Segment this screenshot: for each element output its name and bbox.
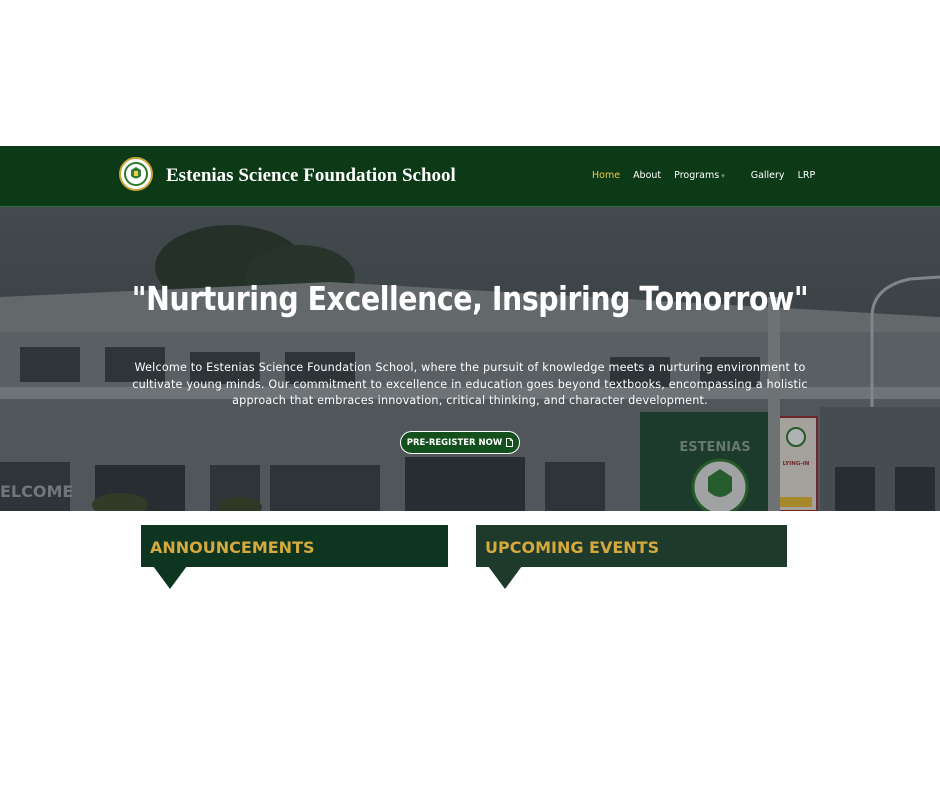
chevron-down-icon: ▾	[721, 172, 725, 180]
hero-title: "Nurturing Excellence, Inspiring Tomorro…	[131, 279, 809, 318]
nav-gallery[interactable]: Gallery	[751, 170, 785, 181]
main-nav: Home About Programs ▾ Gallery LRP	[592, 170, 828, 181]
events-pointer	[488, 566, 522, 589]
pre-register-button[interactable]: PRE-REGISTER NOW	[400, 431, 520, 454]
hero-background-image: ESTENIAS LYING-IN ELCOME	[0, 207, 940, 511]
hero-section: ESTENIAS LYING-IN ELCOME "Nurturing Exce…	[0, 207, 940, 511]
nav-programs-label: Programs	[674, 170, 720, 181]
school-crest-icon[interactable]	[119, 157, 153, 191]
nav-home[interactable]: Home	[592, 170, 620, 181]
nav-programs[interactable]: Programs ▾	[674, 170, 738, 181]
hero-description: Welcome to Estenias Science Foundation S…	[132, 361, 808, 407]
document-icon	[506, 438, 514, 447]
site-title[interactable]: Estenias Science Foundation School	[166, 165, 456, 187]
site-header: Estenias Science Foundation School Home …	[0, 146, 940, 207]
events-banner: UPCOMING EVENTS	[476, 525, 787, 589]
events-heading: UPCOMING EVENTS	[485, 538, 660, 557]
announcements-heading: ANNOUNCEMENTS	[150, 538, 315, 557]
announcements-pointer	[153, 566, 187, 589]
pre-register-label: PRE-REGISTER NOW	[406, 437, 503, 448]
nav-about[interactable]: About	[633, 170, 661, 181]
nav-lrp[interactable]: LRP	[798, 170, 816, 181]
announcements-banner: ANNOUNCEMENTS	[141, 525, 448, 589]
